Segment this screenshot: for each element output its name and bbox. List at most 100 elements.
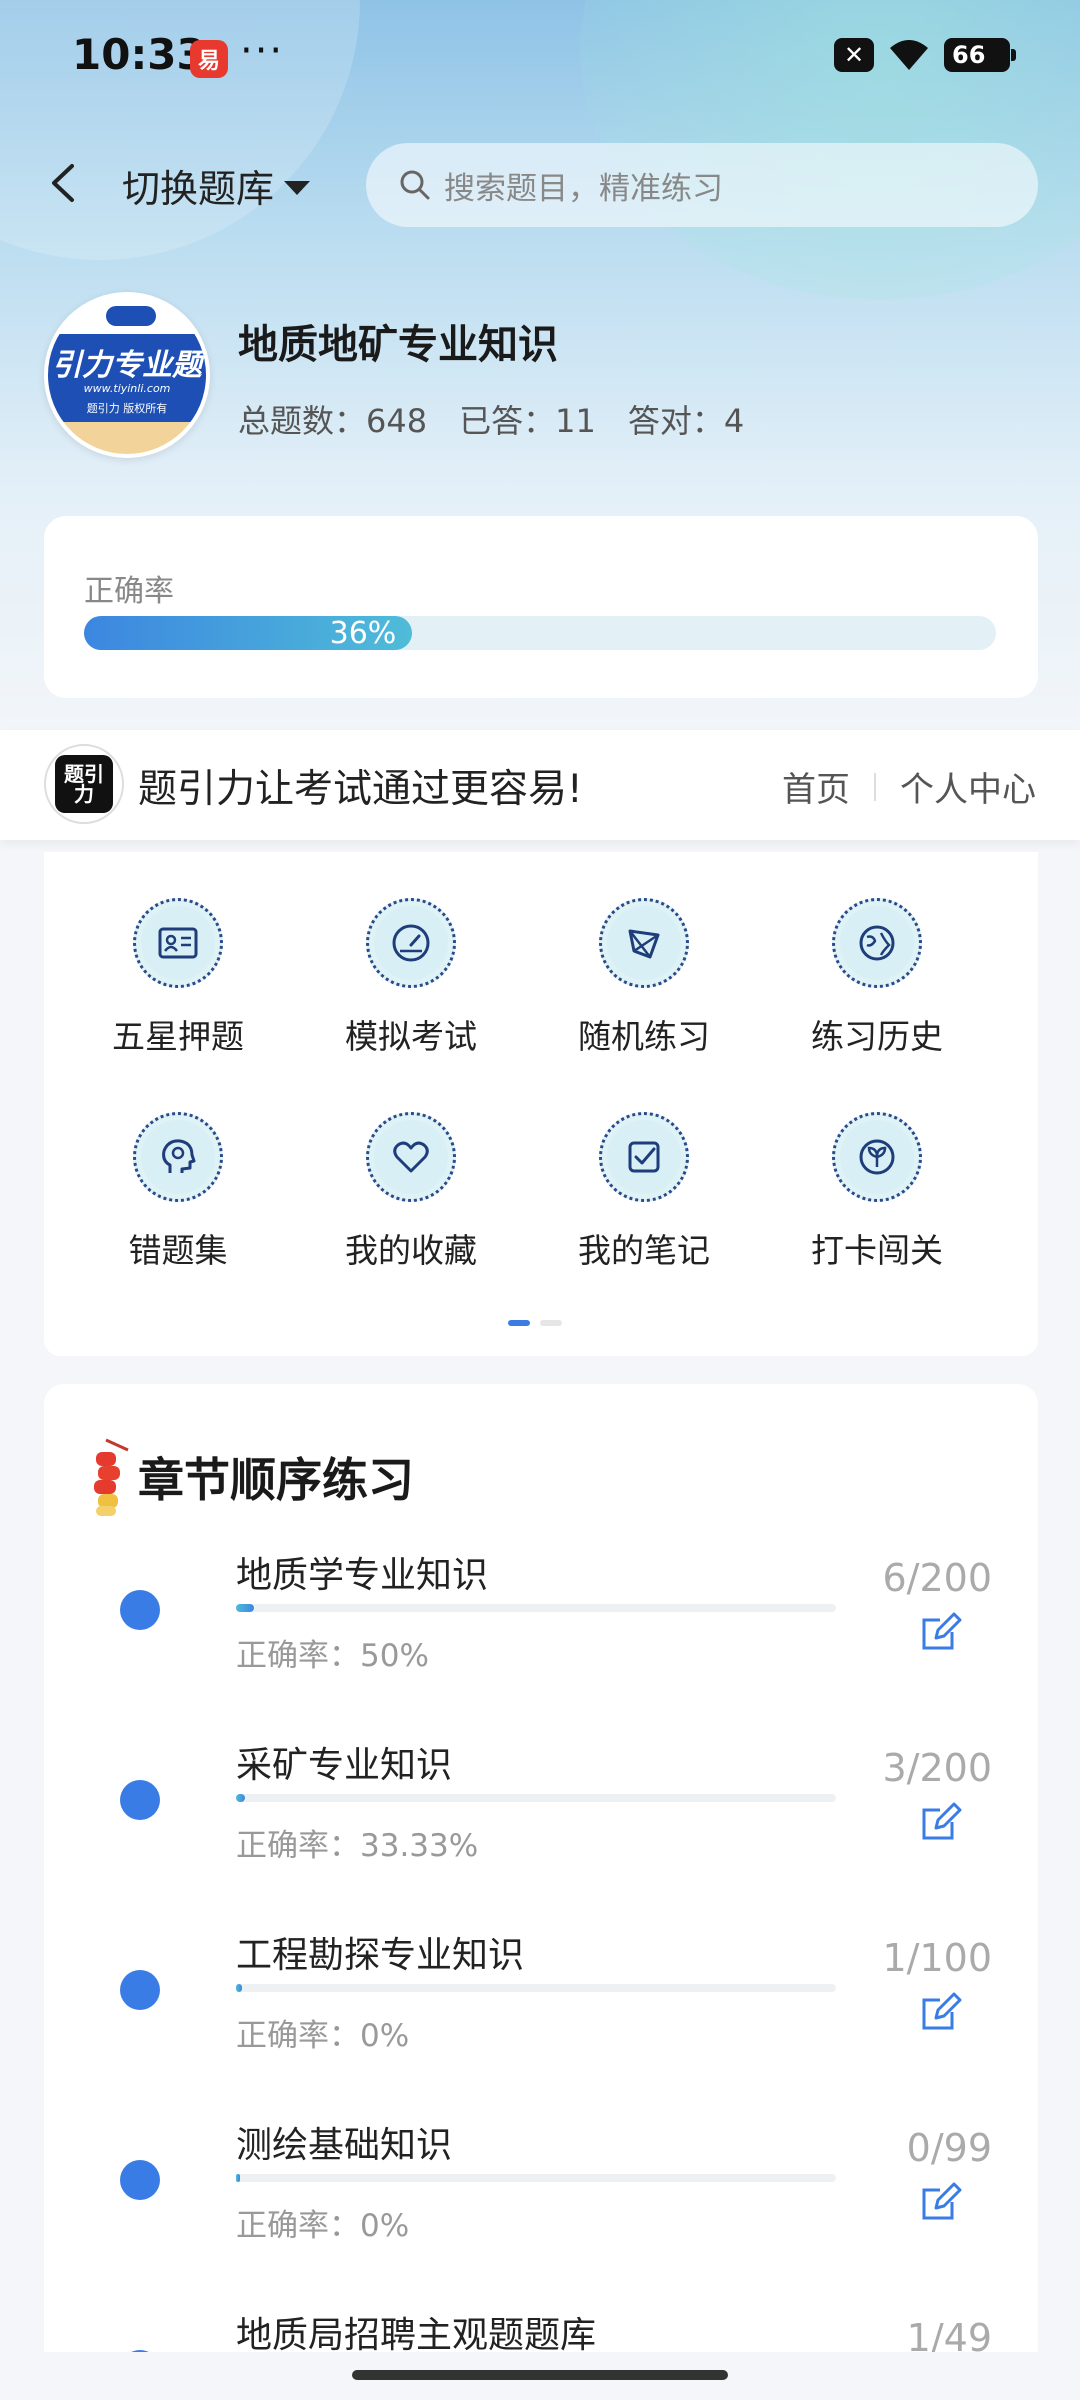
status-time: 10:33 xyxy=(72,30,206,79)
feature-random-practice[interactable]: 随机练习 xyxy=(544,898,744,1068)
feature-label: 打卡闯关 xyxy=(811,1231,943,1270)
more-notifications-icon: ··· xyxy=(240,28,285,74)
accuracy-card: 正确率 36% xyxy=(44,516,1038,698)
page-dot xyxy=(540,1320,562,1326)
edit-icon[interactable] xyxy=(918,1800,962,1844)
chapter-row[interactable]: 工程勘探专业知识 正确率：0% 1/100 xyxy=(44,1926,1038,2116)
feature-mock-exam[interactable]: 模拟考试 xyxy=(311,898,511,1068)
chapter-count: 0/99 xyxy=(906,2126,992,2170)
caret-down-icon xyxy=(284,180,311,195)
page-dot-active xyxy=(508,1320,530,1326)
globe-icon xyxy=(859,925,895,961)
feature-five-star[interactable]: 五星押题 xyxy=(78,898,278,1068)
chevron-left-icon xyxy=(52,164,74,202)
chapter-name: 工程勘探专业知识 xyxy=(236,1935,525,1976)
feature-label: 我的笔记 xyxy=(578,1231,710,1270)
sprout-icon xyxy=(859,1139,895,1175)
feature-label: 练习历史 xyxy=(811,1017,943,1056)
chapter-dot xyxy=(120,1780,160,1820)
bank-title: 地质地矿专业知识 xyxy=(238,322,558,368)
chapter-accuracy: 正确率：0% xyxy=(236,2018,410,2054)
chapter-name: 地质学专业知识 xyxy=(236,1555,489,1596)
bank-logo-url: www.tiyinli.com xyxy=(83,382,171,395)
promo-banner: 题引力 题引力让考试通过更容易! 首页 个人中心 xyxy=(0,730,1080,840)
accuracy-progress-fill: 36% xyxy=(84,615,413,651)
shuffle-icon xyxy=(628,929,660,959)
feature-history[interactable]: 练习历史 xyxy=(777,898,977,1068)
feature-label: 五星押题 xyxy=(112,1017,244,1056)
accuracy-label: 正确率 xyxy=(84,574,174,609)
link-divider xyxy=(874,772,876,801)
chapter-progress-fill xyxy=(236,2174,240,2182)
feature-check-in[interactable]: 打卡闯关 xyxy=(777,1112,977,1282)
wifi-icon xyxy=(888,38,930,72)
feature-label: 我的收藏 xyxy=(345,1231,477,1270)
search-input[interactable]: 搜索题目，精准练习 xyxy=(366,143,1038,227)
chapter-dot xyxy=(120,1970,160,2010)
brand-logo-text: 题引力 xyxy=(55,755,113,813)
netease-app-icon: 易 xyxy=(190,40,228,78)
chapter-progress-fill xyxy=(236,1604,254,1612)
heart-icon xyxy=(393,1141,429,1173)
features-grid: 五星押题 模拟考试 随机练习 练习历史 错题集 我的收藏 我的笔记 打卡闯关 xyxy=(44,852,1038,1356)
note-icon xyxy=(628,1141,660,1173)
bank-logo-text: 引力专业题 xyxy=(52,348,202,383)
chapter-practice-section: 章节顺序练习 地质学专业知识 正确率：50% 6/200 采矿专业知识 正确率：… xyxy=(44,1384,1038,2390)
brand-logo: 题引力 xyxy=(44,744,124,824)
chapter-row[interactable]: 采矿专业知识 正确率：33.33% 3/200 xyxy=(44,1736,1038,1926)
chapter-section-title: 章节顺序练习 xyxy=(138,1453,414,1507)
feature-notes[interactable]: 我的笔记 xyxy=(544,1112,744,1282)
edit-icon[interactable] xyxy=(918,1610,962,1654)
switch-bank-label: 切换题库 xyxy=(122,167,275,211)
bank-logo-sub: 题引力 版权所有 xyxy=(86,402,168,415)
chapter-progress-fill xyxy=(236,1984,242,1992)
total-count: 总题数：648 xyxy=(238,402,428,440)
feature-label: 随机练习 xyxy=(578,1017,710,1056)
edit-icon[interactable] xyxy=(918,2180,962,2224)
chapter-name: 地质局招聘主观题题库 xyxy=(236,2315,597,2356)
chapter-progress-bar xyxy=(236,1984,836,1992)
chapter-dot xyxy=(120,2160,160,2200)
battery-icon: 66 xyxy=(944,38,1016,72)
bank-stats: 总题数：648 已答：11 答对：4 xyxy=(238,396,744,442)
search-icon xyxy=(400,170,430,200)
chapter-row[interactable]: 地质学专业知识 正确率：50% 6/200 xyxy=(44,1546,1038,1736)
accuracy-value: 36% xyxy=(329,615,397,651)
feature-favorites[interactable]: 我的收藏 xyxy=(311,1112,511,1282)
chapter-count: 6/200 xyxy=(882,1556,992,1600)
bank-logo: 引力专业题 www.tiyinli.com 题引力 版权所有 xyxy=(44,292,210,458)
firecracker-icon xyxy=(94,1438,129,1516)
chapter-accuracy: 正确率：50% xyxy=(236,1638,429,1674)
head-icon xyxy=(162,1139,196,1173)
chapter-progress-bar xyxy=(236,1794,836,1802)
battery-level: 66 xyxy=(952,41,986,69)
chapter-progress-bar xyxy=(236,2174,836,2182)
chapter-name: 采矿专业知识 xyxy=(236,1745,453,1786)
accuracy-progress-bar: 36% xyxy=(84,615,996,651)
gauge-icon xyxy=(392,924,430,962)
chapter-accuracy: 正确率：33.33% xyxy=(236,1828,479,1864)
chapter-count: 3/200 xyxy=(882,1746,992,1790)
chapter-name: 测绘基础知识 xyxy=(236,2125,453,2166)
feature-label: 模拟考试 xyxy=(345,1017,477,1056)
id-card-icon xyxy=(158,927,198,959)
profile-link[interactable]: 个人中心 xyxy=(900,762,1036,811)
edit-icon[interactable] xyxy=(918,1990,962,2034)
banner-slogan: 题引力让考试通过更容易! xyxy=(138,767,583,812)
chapter-count: 1/100 xyxy=(882,1936,992,1980)
chapter-accuracy: 正确率：0% xyxy=(236,2208,410,2244)
back-button[interactable] xyxy=(44,158,84,208)
chapter-progress-bar xyxy=(236,1604,836,1612)
no-sim-icon: ✕ xyxy=(834,38,874,72)
feature-wrong-answers[interactable]: 错题集 xyxy=(78,1112,278,1282)
chapter-row[interactable]: 测绘基础知识 正确率：0% 0/99 xyxy=(44,2116,1038,2306)
answered-count: 已答：11 xyxy=(459,402,596,440)
home-indicator[interactable] xyxy=(352,2370,728,2380)
page-indicator xyxy=(508,1320,562,1326)
chapter-progress-fill xyxy=(236,1794,245,1802)
status-bar: 10:33 易 ··· ✕ 66 xyxy=(0,0,1080,120)
correct-count: 答对：4 xyxy=(627,402,745,440)
switch-bank-dropdown[interactable]: 切换题库 xyxy=(122,158,311,213)
home-link[interactable]: 首页 xyxy=(782,762,850,811)
search-placeholder: 搜索题目，精准练习 xyxy=(444,170,723,207)
